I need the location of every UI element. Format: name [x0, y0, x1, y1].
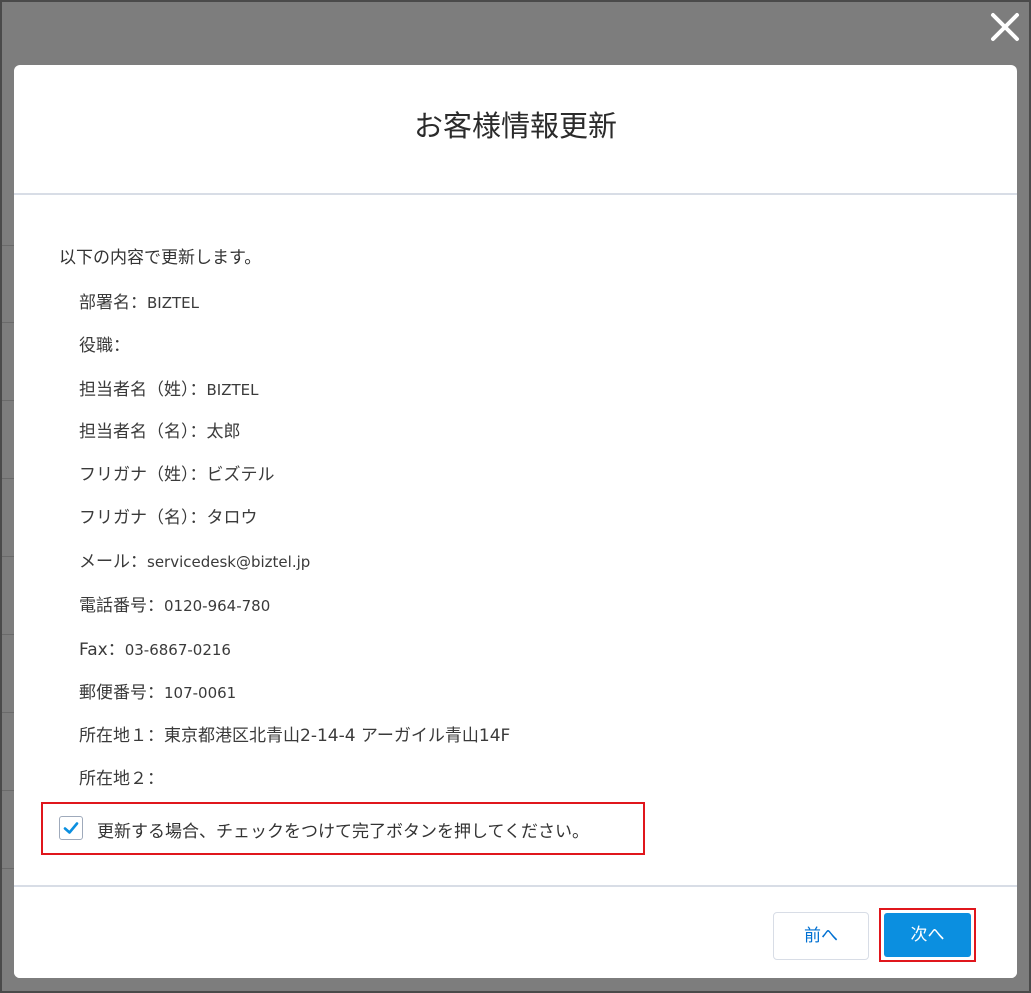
- field-value: ビズテル: [206, 465, 275, 485]
- field-value: 太郎: [206, 422, 241, 442]
- backdrop: [0, 0, 14, 993]
- next-button[interactable]: 次へ: [884, 913, 971, 957]
- modal-footer: 前へ 次へ: [14, 885, 1017, 978]
- field-label: メール：: [79, 552, 147, 572]
- field-value: タロウ: [206, 508, 258, 528]
- field-label: 担当者名（名）：: [79, 422, 207, 442]
- field-label: 所在地１：: [79, 726, 164, 746]
- modal-title: お客様情報更新: [413, 109, 617, 143]
- field-last-name-kana: フリガナ（姓）：ビズテル: [79, 460, 275, 485]
- field-value: 03-6867-0216: [124, 641, 231, 659]
- close-icon: [991, 13, 1019, 41]
- field-department: 部署名：BIZTEL: [79, 288, 199, 313]
- field-label: フリガナ（名）：: [79, 508, 207, 528]
- confirm-checkbox[interactable]: [59, 816, 83, 840]
- field-phone: 電話番号：0120-964-780: [79, 591, 270, 616]
- field-label: 部署名：: [79, 293, 147, 313]
- field-address-1: 所在地１：東京都港区北青山2-14-4 アーガイル青山14F: [79, 721, 510, 746]
- confirm-highlight: 更新する場合、チェックをつけて完了ボタンを押してください。: [41, 802, 645, 855]
- next-button-highlight: 次へ: [879, 908, 976, 962]
- prev-button[interactable]: 前へ: [773, 912, 869, 960]
- field-position: 役職：: [79, 331, 130, 356]
- check-icon: [63, 822, 79, 834]
- field-address-2: 所在地２：: [79, 764, 164, 789]
- field-value: BIZTEL: [206, 381, 259, 399]
- modal-header: お客様情報更新: [14, 65, 1017, 195]
- field-value: 東京都港区北青山2-14-4 アーガイル青山14F: [164, 726, 511, 746]
- field-fax: Fax：03-6867-0216: [79, 635, 231, 660]
- field-first-name-kana: フリガナ（名）：タロウ: [79, 503, 258, 528]
- field-email: メール：servicedesk@biztel.jp: [79, 547, 310, 572]
- field-value: servicedesk@biztel.jp: [147, 553, 311, 571]
- field-label: 所在地２：: [79, 769, 164, 789]
- field-value: 0120-964-780: [164, 597, 271, 615]
- confirm-label[interactable]: 更新する場合、チェックをつけて完了ボタンを押してください。: [97, 817, 589, 842]
- field-label: 電話番号：: [79, 596, 164, 616]
- field-label: 役職：: [79, 336, 130, 356]
- field-label: フリガナ（姓）：: [79, 465, 207, 485]
- field-value: BIZTEL: [147, 294, 199, 312]
- field-label: 郵便番号：: [79, 683, 164, 703]
- field-label: 担当者名（姓）：: [79, 380, 207, 400]
- customer-info-update-modal: お客様情報更新 以下の内容で更新します。 部署名：BIZTEL 役職： 担当者名…: [14, 65, 1017, 978]
- field-value: 107-0061: [164, 684, 237, 702]
- field-last-name: 担当者名（姓）：BIZTEL: [79, 375, 259, 400]
- field-first-name: 担当者名（名）：太郎: [79, 417, 241, 442]
- field-postal-code: 郵便番号：107-0061: [79, 678, 236, 703]
- field-label: Fax：: [79, 640, 125, 660]
- close-button[interactable]: [988, 10, 1022, 44]
- intro-text: 以下の内容で更新します。: [59, 248, 262, 268]
